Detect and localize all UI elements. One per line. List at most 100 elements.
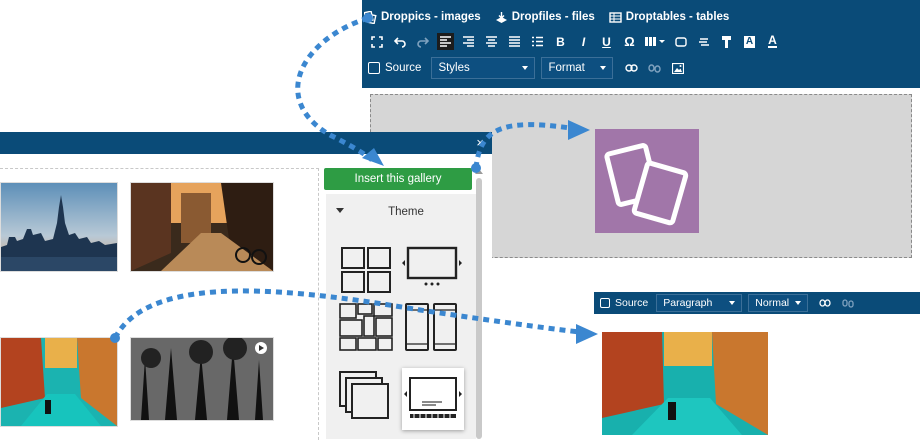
chevron-down-icon [522,66,529,70]
theme-scrollbar[interactable] [472,168,486,439]
street-image [131,183,273,271]
gallery-thumb-forest[interactable] [130,337,274,421]
chevron-down-icon [795,301,802,305]
format-select[interactable]: Format [541,57,614,79]
preview-unlink-button[interactable] [839,295,856,312]
insert-gallery-button[interactable]: Insert this gallery [324,168,472,190]
redo-icon [416,36,429,48]
chevron-up-icon [475,169,483,174]
droppics-icon [364,10,377,24]
theme-slider[interactable] [400,238,464,302]
redo-button[interactable] [414,33,431,50]
gallery-header: × [0,132,492,154]
gallery-images [0,168,319,440]
theme-portfolio[interactable] [400,302,464,366]
undo-button[interactable] [391,33,408,50]
box-icon [674,36,687,47]
plugin-row: Droppics - images Dropfiles - files Drop… [362,6,743,28]
gallery-thumb-city[interactable] [0,182,118,272]
normal-value: Normal [755,297,790,309]
canal-image [1,338,117,426]
bg-color-button[interactable]: A [741,33,758,50]
gallery-thumb-street[interactable] [130,182,274,272]
format-value: Format [548,62,585,74]
canal-image [602,332,768,435]
inserted-canal-image[interactable] [602,332,768,435]
align-justify-button[interactable] [506,33,523,50]
italic-button[interactable]: I [575,33,592,50]
text-color-icon: A [768,33,777,48]
special-char-button[interactable]: Ω [621,33,638,50]
droptables-icon [609,11,622,23]
droptables-label: Droptables - tables [625,11,730,23]
columns-icon [645,37,665,46]
theme-panel: Theme [326,194,476,439]
source-row: Source Styles Format [368,57,692,79]
preview-source-button[interactable]: Source [600,297,648,309]
format-toolbar: B I U Ω A A [368,33,787,50]
stack-theme-icon [339,371,389,419]
dropfiles-label: Dropfiles - files [511,11,595,23]
fullscreen-button[interactable] [368,33,385,50]
top-editor-toolbar: Droppics - images Dropfiles - files Drop… [362,0,920,88]
align-right-icon [463,36,474,47]
undo-icon [393,36,406,48]
paragraph-value: Paragraph [663,297,713,309]
droppics-button[interactable]: Droppics - images [364,10,481,24]
close-icon[interactable]: × [476,136,484,149]
dropfiles-button[interactable]: Dropfiles - files [495,11,595,24]
unlink-button[interactable] [646,60,663,77]
paint-button[interactable] [718,33,735,50]
styles-select[interactable]: Styles [431,57,536,79]
align-left-icon [440,36,451,47]
preview-source-label: Source [615,297,649,309]
theme-stack[interactable] [334,366,398,430]
preview-link-button[interactable] [816,295,833,312]
grid-theme-icon [341,247,391,293]
theme-default-grid[interactable] [334,238,398,302]
strike-button[interactable] [695,33,712,50]
font-size-select[interactable]: Normal [748,294,809,312]
portfolio-theme-icon [405,303,457,351]
fullscreen-icon [370,35,383,48]
droppics-tile[interactable] [595,129,699,233]
masonry-theme-icon [339,303,393,351]
bold-button[interactable]: B [552,33,569,50]
align-left-button[interactable] [437,33,454,50]
chevron-down-icon [600,66,607,70]
gallery-thumb-canal[interactable] [0,337,118,427]
bg-color-icon: A [743,35,756,48]
list-button[interactable] [529,33,546,50]
scroll-thumb[interactable] [476,178,482,439]
paragraph-select[interactable]: Paragraph [656,294,743,312]
source-button[interactable]: Source [368,62,421,74]
image-button[interactable] [669,60,686,77]
text-color-button[interactable]: A [764,33,781,50]
styles-value: Styles [438,62,470,74]
list-icon [532,36,543,47]
theme-header[interactable]: Theme [326,206,472,222]
chevron-down-icon [336,208,344,213]
strike-icon [699,38,709,46]
align-justify-icon [509,36,520,47]
underline-button[interactable]: U [598,33,615,50]
link-icon [625,64,639,72]
chevron-down-icon [729,301,736,305]
dropfiles-icon [495,11,507,23]
align-center-icon [486,36,497,47]
align-right-button[interactable] [460,33,477,50]
unlink-icon [648,63,662,73]
link-button[interactable] [623,60,640,77]
paint-icon [722,35,731,48]
forest-image [131,338,273,420]
box-button[interactable] [672,33,689,50]
align-center-button[interactable] [483,33,500,50]
droppics-logo-icon [604,143,689,226]
image-icon [671,62,684,74]
theme-masonry[interactable] [334,302,398,366]
theme-flow-slide[interactable] [402,368,464,430]
columns-button[interactable] [644,33,666,50]
preview-toolbar-row: Source Paragraph Normal [600,293,862,313]
droptables-button[interactable]: Droptables - tables [609,11,730,24]
flow-slide-theme-icon [404,377,462,418]
